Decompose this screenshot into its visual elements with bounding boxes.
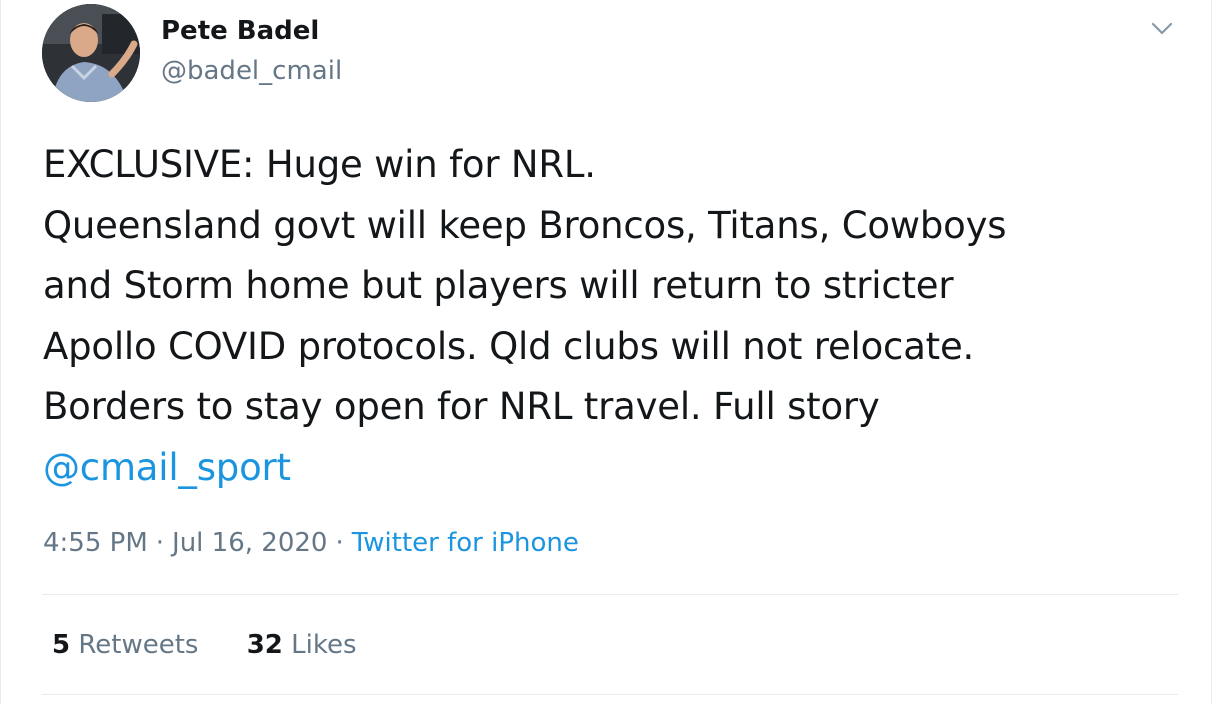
mention-link[interactable]: @cmail_sport: [43, 446, 291, 489]
tweet-text-line: EXCLUSIVE: Huge win for NRL.: [43, 143, 596, 186]
tweet-text-line: and Storm home but players will return t…: [43, 264, 954, 307]
divider: [42, 694, 1178, 695]
tweet-time[interactable]: 4:55 PM: [43, 528, 148, 558]
retweets-count: 5: [52, 630, 71, 660]
tweet-date[interactable]: Jul 16, 2020: [172, 528, 327, 558]
meta-separator: ·: [155, 528, 165, 558]
tweet-source-link[interactable]: Twitter for iPhone: [352, 528, 579, 558]
tweet-stats: 5 Retweets 32 Likes: [52, 630, 357, 660]
author-handle[interactable]: @badel_cmail: [161, 56, 342, 86]
author-display-name[interactable]: Pete Badel: [161, 16, 319, 46]
avatar[interactable]: [42, 4, 140, 102]
divider: [42, 594, 1178, 595]
tweet-menu-button[interactable]: [1147, 14, 1177, 44]
likes-stat[interactable]: 32 Likes: [247, 630, 357, 660]
avatar-image: [42, 4, 140, 102]
likes-label: Likes: [291, 630, 357, 660]
tweet-meta: 4:55 PM · Jul 16, 2020 · Twitter for iPhone: [43, 528, 579, 558]
likes-count: 32: [246, 630, 283, 660]
meta-separator: ·: [335, 528, 344, 558]
retweets-stat[interactable]: 5 Retweets: [52, 630, 198, 660]
tweet-text-line: Queensland govt will keep Broncos, Titan…: [43, 203, 1007, 247]
retweets-label: Retweets: [78, 630, 199, 660]
tweet-text-line: Borders to stay open for NRL travel. Ful…: [43, 385, 880, 428]
chevron-down-icon: [1151, 22, 1173, 35]
tweet-text-line: Apollo COVID protocols. Qld clubs will n…: [43, 324, 975, 368]
tweet-text: EXCLUSIVE: Huge win for NRL. Queensland …: [43, 135, 1183, 498]
tweet-card: Pete Badel @badel_cmail EXCLUSIVE: Huge …: [0, 0, 1212, 704]
